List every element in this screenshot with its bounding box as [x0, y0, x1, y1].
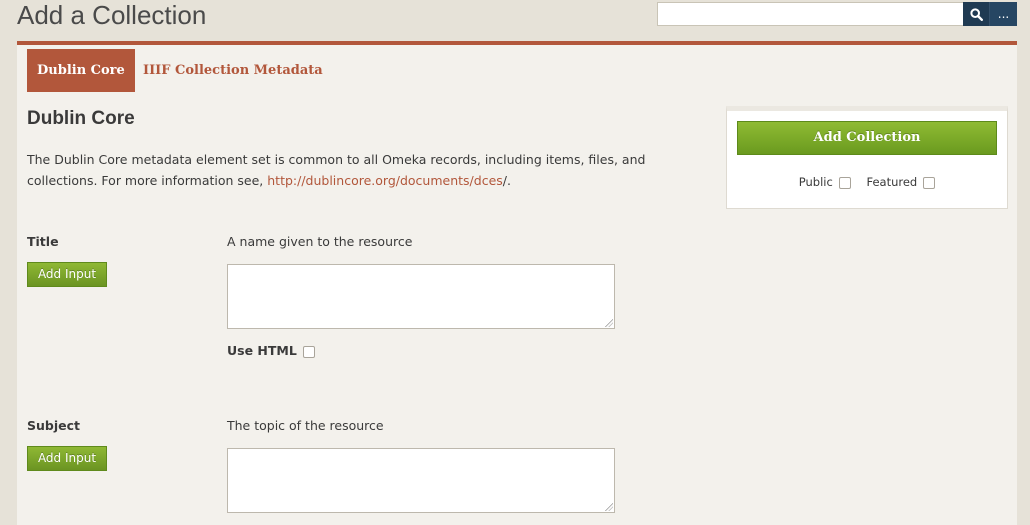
featured-label: Featured	[866, 175, 918, 189]
visibility-options: Public Featured	[727, 175, 1007, 189]
subject-add-input-button[interactable]: Add Input	[27, 446, 107, 471]
section-description: The Dublin Core metadata element set is …	[27, 149, 707, 191]
title-field-description: A name given to the resource	[227, 234, 413, 249]
description-suffix: /.	[502, 173, 511, 188]
title-textarea[interactable]	[227, 264, 615, 329]
subject-field-label: Subject	[27, 418, 80, 433]
tab-label: Dublin Core	[37, 63, 125, 78]
section-title: Dublin Core	[27, 108, 135, 129]
featured-checkbox[interactable]	[923, 176, 936, 189]
dublincore-link[interactable]: http://dublincore.org/documents/dces	[267, 173, 503, 188]
title-add-input-button[interactable]: Add Input	[27, 262, 107, 287]
tab-iiif-collection-metadata[interactable]: IIIF Collection Metadata	[133, 49, 333, 92]
subject-field-description: The topic of the resource	[227, 418, 384, 433]
page-title: Add a Collection	[17, 0, 207, 30]
advanced-search-label: ...	[997, 7, 1010, 21]
resize-grip-icon[interactable]	[605, 319, 613, 327]
public-label: Public	[798, 175, 833, 189]
add-collection-button[interactable]: Add Collection	[737, 121, 997, 155]
save-panel: Add Collection Public Featured	[726, 106, 1008, 209]
use-html-label: Use HTML	[227, 343, 297, 358]
public-option: Public	[799, 175, 851, 189]
tab-label: IIIF Collection Metadata	[143, 63, 323, 78]
search-input[interactable]	[657, 2, 967, 26]
search-bar: ...	[657, 2, 1017, 26]
main-panel: Dublin Core IIIF Collection Metadata Dub…	[17, 41, 1017, 525]
advanced-search-button[interactable]: ...	[990, 2, 1017, 26]
featured-option: Featured	[866, 175, 936, 189]
title-field-label: Title	[27, 234, 59, 249]
tab-dublin-core[interactable]: Dublin Core	[27, 49, 135, 92]
resize-grip-icon[interactable]	[605, 503, 613, 511]
public-checkbox[interactable]	[838, 176, 851, 189]
use-html-checkbox[interactable]	[302, 345, 315, 358]
subject-textarea[interactable]	[227, 448, 615, 513]
search-icon	[969, 7, 983, 21]
search-button[interactable]	[963, 2, 990, 26]
title-use-html: Use HTML	[227, 343, 315, 358]
